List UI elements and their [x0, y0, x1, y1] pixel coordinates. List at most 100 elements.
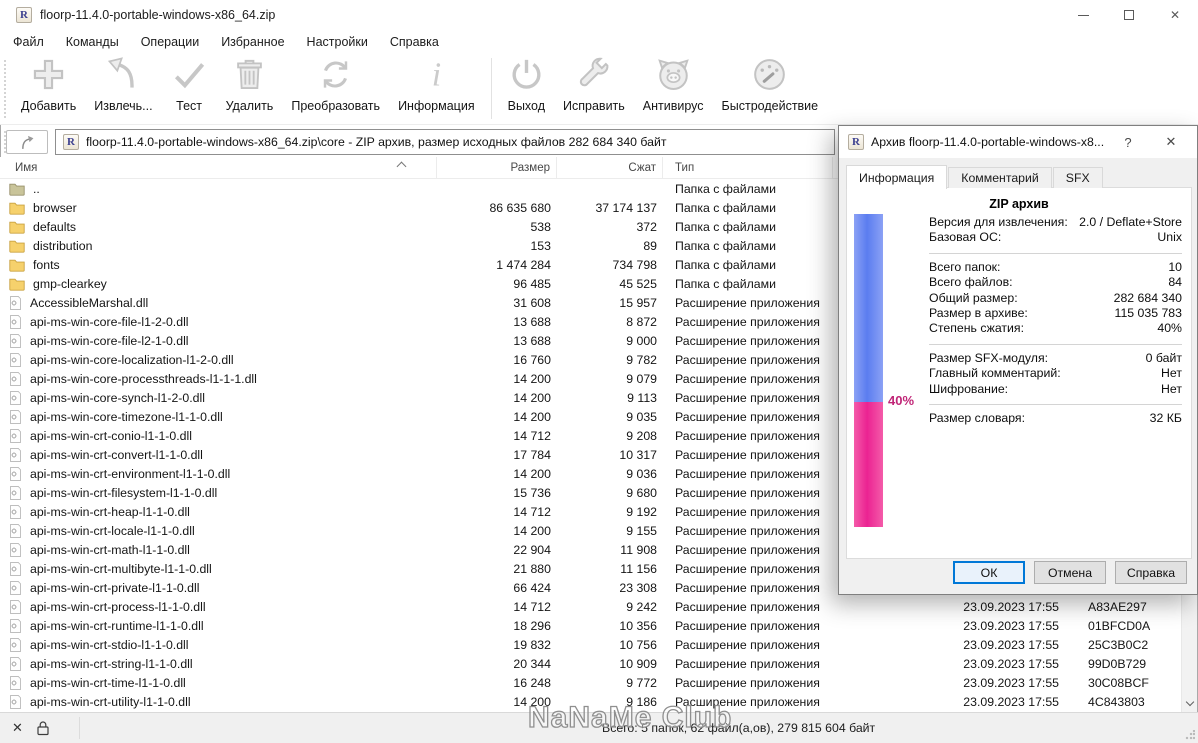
svg-text:i: i — [432, 56, 441, 93]
file-size-cell: 20 344 — [437, 657, 557, 671]
dll-file-icon — [9, 390, 22, 406]
tab-comment[interactable]: Комментарий — [948, 167, 1051, 188]
dll-file-icon — [9, 618, 22, 634]
benchmark-button-label: Быстродействие — [722, 99, 819, 113]
property-label: Размер в архиве: — [929, 306, 1028, 321]
cancel-button[interactable]: Отмена — [1034, 561, 1106, 584]
file-packed-cell: 89 — [557, 239, 663, 253]
sort-ascending-icon — [397, 162, 407, 172]
table-row[interactable]: api-ms-win-crt-process-l1-1-0.dll14 7129… — [0, 597, 1181, 616]
table-row[interactable]: api-ms-win-crt-string-l1-1-0.dll20 34410… — [0, 654, 1181, 673]
file-name: api-ms-win-core-file-l1-2-0.dll — [30, 315, 189, 329]
file-name: api-ms-win-crt-process-l1-1-0.dll — [30, 600, 206, 614]
info-button[interactable]: i Информация — [389, 53, 484, 124]
ok-button[interactable]: ОК — [953, 561, 1025, 584]
minimize-button[interactable] — [1060, 0, 1106, 30]
file-packed-cell: 9 113 — [557, 391, 663, 405]
menu-item-help[interactable]: Справка — [379, 32, 450, 52]
convert-button[interactable]: Преобразовать — [282, 53, 389, 124]
benchmark-button[interactable]: Быстродействие — [713, 53, 828, 124]
property-value: 2.0 / Deflate+Store — [1079, 215, 1182, 230]
test-button-label: Тест — [176, 99, 202, 113]
file-name-cell: api-ms-win-crt-locale-l1-1-0.dll — [0, 523, 437, 539]
file-name-cell: browser — [0, 201, 437, 215]
table-row[interactable]: api-ms-win-crt-time-l1-1-0.dll16 2489 77… — [0, 673, 1181, 692]
column-header-packed[interactable]: Сжат — [557, 157, 663, 178]
file-type-cell: Расширение приложения — [663, 619, 833, 633]
dialog-close-button[interactable]: ✕ — [1151, 126, 1191, 158]
dialog-title: Архив floorp-11.4.0-portable-windows-x8.… — [871, 135, 1104, 149]
toolbar-grip[interactable] — [4, 60, 6, 118]
column-header-type[interactable]: Тип — [663, 157, 833, 178]
table-row[interactable]: api-ms-win-crt-runtime-l1-1-0.dll18 2961… — [0, 616, 1181, 635]
menu-item-operations[interactable]: Операции — [130, 32, 210, 52]
field-group-separator — [929, 404, 1182, 405]
file-type-cell: Расширение приложения — [663, 315, 833, 329]
tab-sfx[interactable]: SFX — [1053, 167, 1103, 188]
lock-icon[interactable] — [36, 720, 50, 739]
dll-file-icon — [9, 675, 22, 691]
up-one-level-button[interactable] — [6, 130, 48, 154]
convert-icon — [317, 56, 354, 98]
file-type-cell: Папка с файлами — [663, 277, 833, 291]
dll-file-icon — [9, 694, 22, 710]
file-type-cell: Расширение приложения — [663, 543, 833, 557]
file-name-cell: gmp-clearkey — [0, 277, 437, 291]
help-button[interactable]: Справка — [1115, 561, 1187, 584]
file-name-cell: api-ms-win-crt-conio-l1-1-0.dll — [0, 428, 437, 444]
status-error-icon[interactable]: ✕ — [12, 720, 23, 736]
extract-button-label: Извлечь... — [94, 99, 152, 113]
antivirus-button-label: Антивирус — [643, 99, 704, 113]
file-modified-cell: 23.09.2023 17:55 — [833, 695, 1067, 709]
file-modified-cell: 23.09.2023 17:55 — [833, 657, 1067, 671]
tab-info[interactable]: Информация — [846, 165, 947, 189]
file-packed-cell: 8 872 — [557, 315, 663, 329]
address-dropdown[interactable]: R floorp-11.4.0-portable-windows-x86_64.… — [55, 129, 835, 155]
property-value: 0 байт — [1146, 351, 1182, 366]
antivirus-button[interactable]: Антивирус — [634, 53, 713, 124]
file-name: defaults — [33, 220, 76, 234]
file-name-cell: api-ms-win-crt-process-l1-1-0.dll — [0, 599, 437, 615]
scroll-down-button[interactable] — [1182, 695, 1197, 712]
file-packed-cell: 9 155 — [557, 524, 663, 538]
ratio-bar-ratio-part — [854, 402, 883, 527]
add-button[interactable]: Добавить — [12, 53, 85, 124]
extract-button[interactable]: Извлечь... — [85, 53, 161, 124]
dll-file-icon — [9, 561, 22, 577]
close-button[interactable]: ✕ — [1152, 0, 1198, 30]
menu-item-favorites[interactable]: Избранное — [210, 32, 295, 52]
file-modified-cell: 23.09.2023 17:55 — [833, 600, 1067, 614]
file-type-cell: Расширение приложения — [663, 410, 833, 424]
test-icon — [171, 56, 208, 98]
menu-item-file[interactable]: Файл — [2, 32, 55, 52]
column-header-size[interactable]: Размер — [437, 157, 557, 178]
delete-button[interactable]: Удалить — [217, 53, 283, 124]
file-name: api-ms-win-crt-utility-l1-1-0.dll — [30, 695, 191, 709]
file-name-cell: api-ms-win-crt-convert-l1-1-0.dll — [0, 447, 437, 463]
column-header-name[interactable]: Имя — [0, 157, 437, 178]
repair-button[interactable]: Исправить — [554, 53, 634, 124]
dialog-help-button[interactable]: ? — [1111, 126, 1145, 158]
test-button[interactable]: Тест — [162, 53, 217, 124]
file-size-cell: 31 608 — [437, 296, 557, 310]
exit-button[interactable]: Выход — [499, 53, 554, 124]
dialog-info-panel: ZIP архив 40% Версия для извлечения:2.0 … — [846, 187, 1192, 559]
file-name: api-ms-win-crt-runtime-l1-1-0.dll — [30, 619, 204, 633]
property-label: Шифрование: — [929, 382, 1008, 397]
file-size-cell: 153 — [437, 239, 557, 253]
dialog-buttons: ОК Отмена Справка — [953, 561, 1187, 584]
dll-file-icon — [9, 523, 22, 539]
file-name-cell: api-ms-win-crt-string-l1-1-0.dll — [0, 656, 437, 672]
file-name: api-ms-win-core-synch-l1-2-0.dll — [30, 391, 205, 405]
file-packed-cell: 23 308 — [557, 581, 663, 595]
info-button-label: Информация — [398, 99, 475, 113]
maximize-button[interactable] — [1106, 0, 1152, 30]
table-row[interactable]: api-ms-win-crt-utility-l1-1-0.dll14 2009… — [0, 692, 1181, 711]
property-row: Размер SFX-модуля:0 байт — [929, 351, 1182, 366]
file-name: api-ms-win-crt-string-l1-1-0.dll — [30, 657, 193, 671]
menu-item-options[interactable]: Настройки — [296, 32, 379, 52]
resize-grip[interactable] — [1185, 730, 1195, 740]
table-row[interactable]: api-ms-win-crt-stdio-l1-1-0.dll19 83210 … — [0, 635, 1181, 654]
file-name: api-ms-win-crt-stdio-l1-1-0.dll — [30, 638, 189, 652]
menu-item-commands[interactable]: Команды — [55, 32, 130, 52]
